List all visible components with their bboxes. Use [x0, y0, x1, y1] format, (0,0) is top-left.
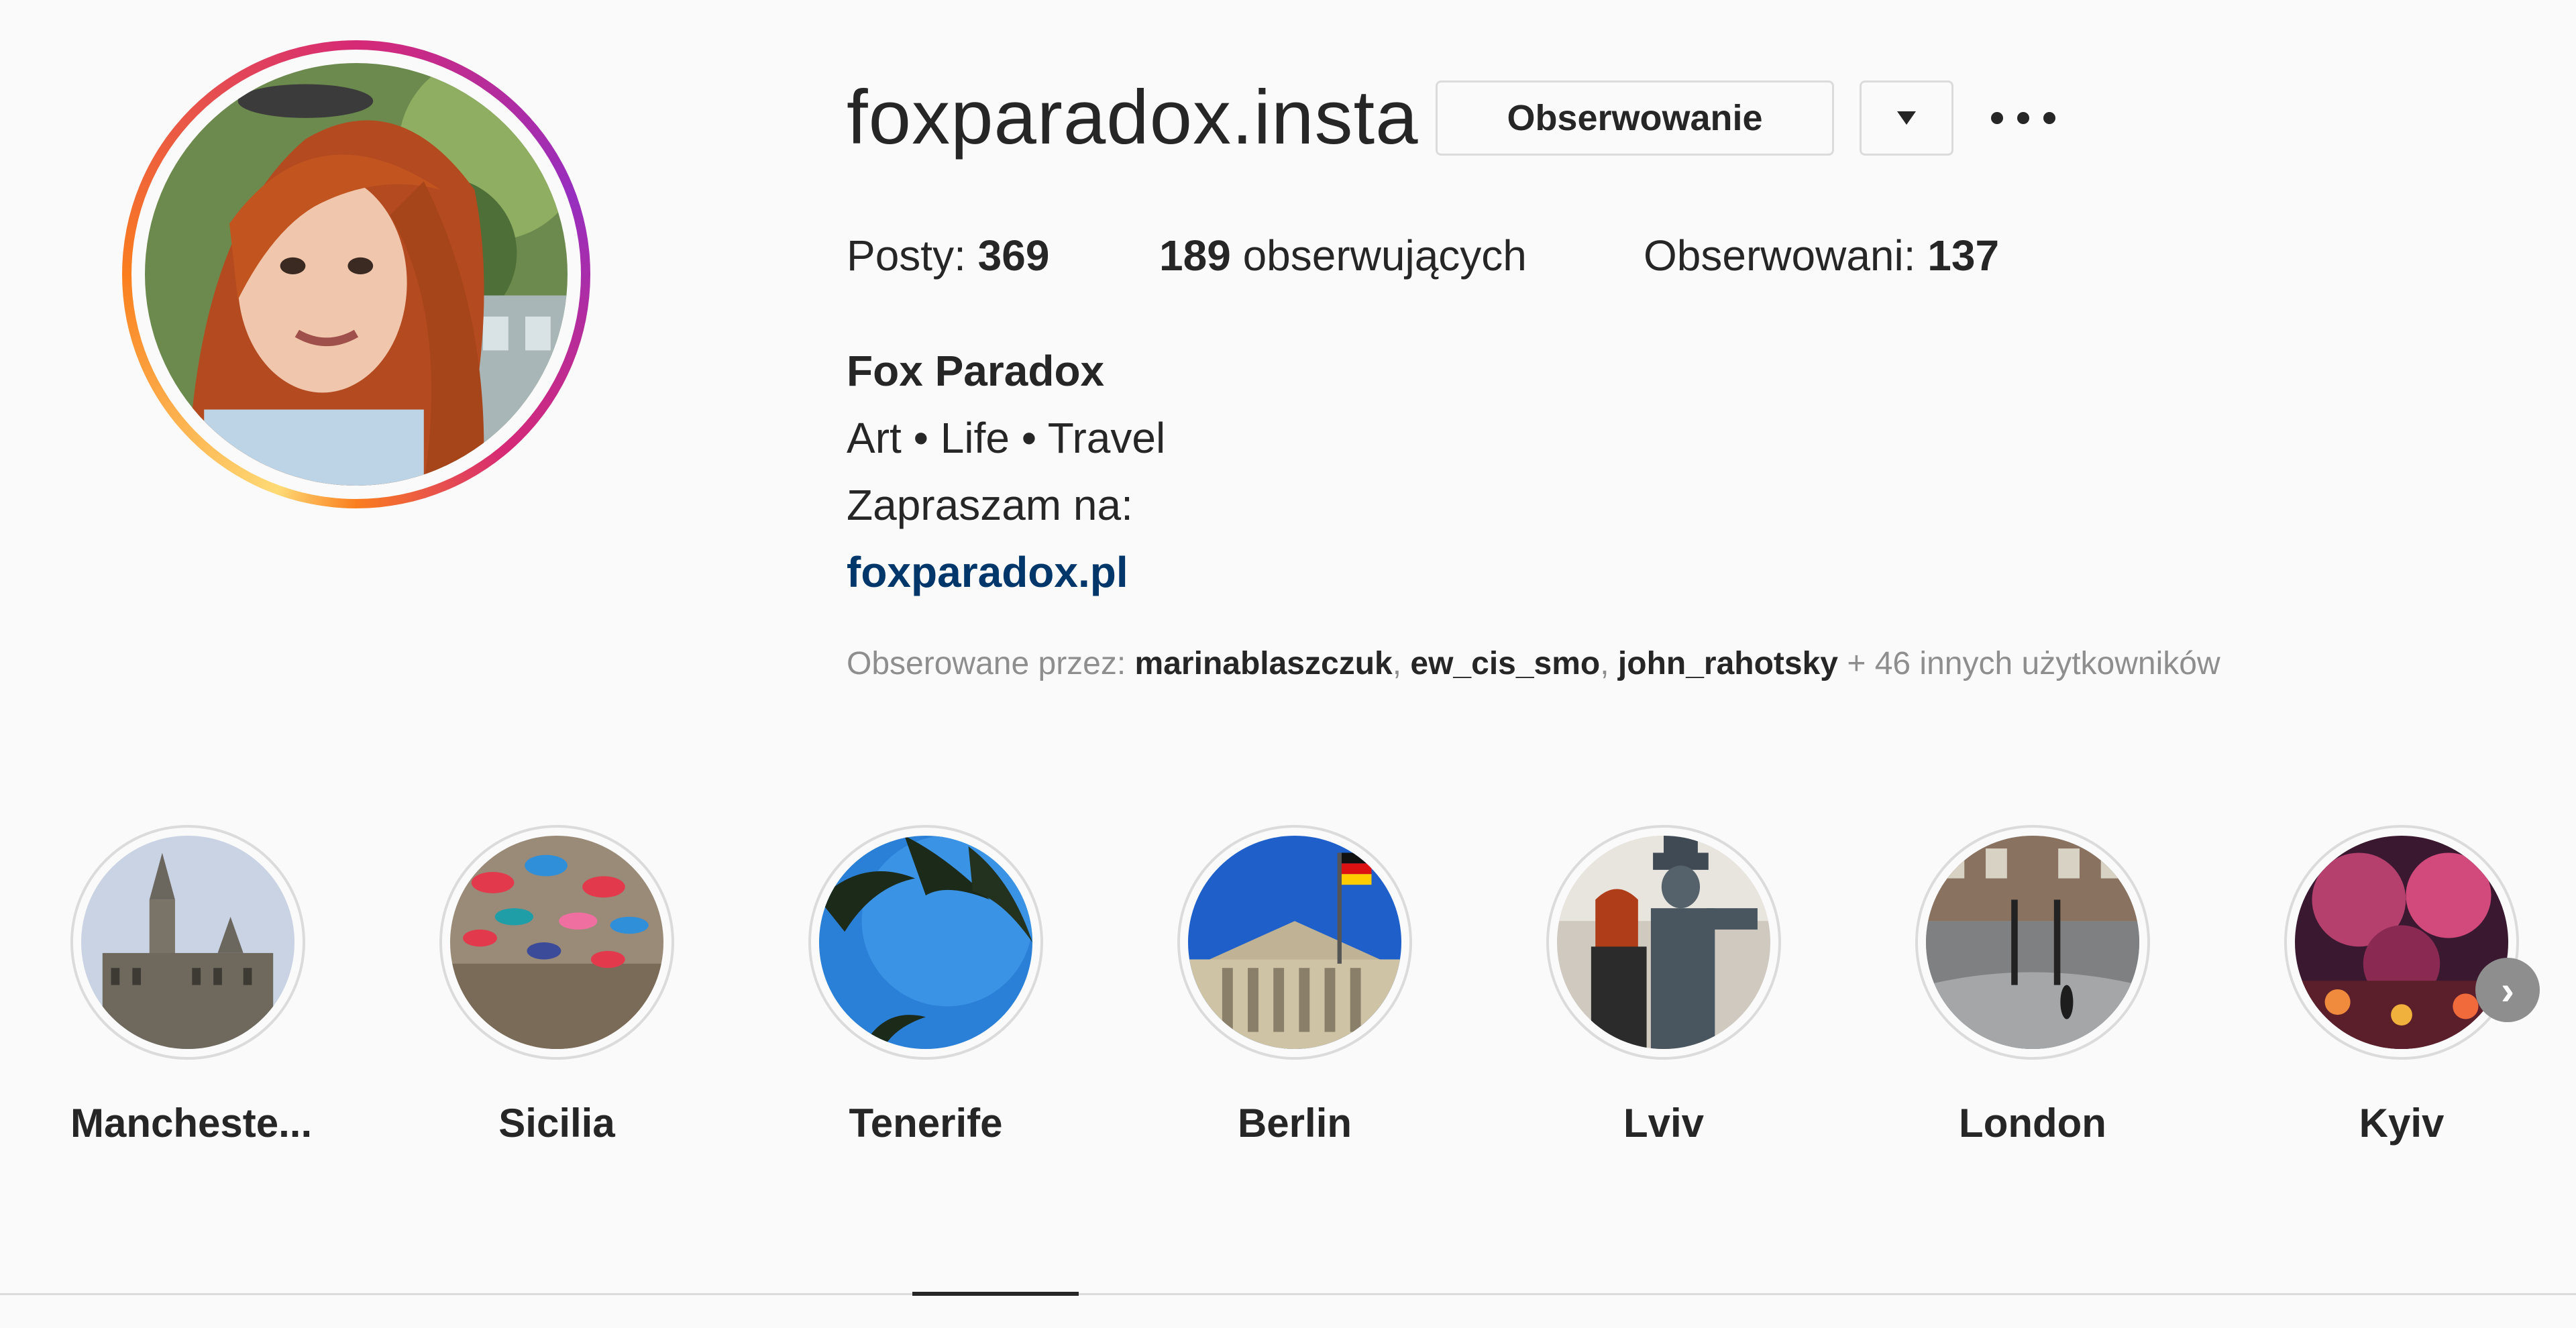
following-button[interactable]: Obserwowanie	[1436, 80, 1834, 156]
more-dot	[2043, 112, 2055, 124]
posts-label: Posty:	[847, 231, 966, 280]
highlight-label: Kyiv	[2359, 1101, 2445, 1146]
following-stat[interactable]: Obserwowani: 137	[1644, 231, 1999, 280]
highlight-cover	[819, 836, 1032, 1049]
highlight-berlin[interactable]: Berlin	[1177, 825, 1412, 1146]
highlight-manchester[interactable]: Mancheste...	[70, 825, 313, 1146]
highlight-label: London	[1959, 1101, 2106, 1146]
username: foxparadox.insta	[847, 75, 1419, 160]
highlight-sicilia[interactable]: Sicilia	[439, 825, 674, 1146]
profile-avatar[interactable]	[122, 40, 590, 508]
more-options-icon[interactable]	[1991, 101, 2055, 135]
suggestions-dropdown-button[interactable]	[1860, 80, 1953, 156]
follower-username[interactable]: marinablaszczuk	[1135, 646, 1393, 681]
followers-label: obserwujących	[1242, 231, 1527, 280]
followers-stat[interactable]: 189 obserwujących	[1159, 231, 1527, 280]
highlight-label: Berlin	[1237, 1101, 1352, 1146]
more-dot	[1991, 112, 2003, 124]
following-count: 137	[1927, 231, 2000, 280]
chevron-right-icon[interactable]: ›	[2475, 958, 2540, 1022]
follower-username[interactable]: ew_cis_smo	[1410, 646, 1600, 681]
more-dot	[2017, 112, 2029, 124]
followed-by-prefix: Obserowane przez:	[847, 646, 1126, 681]
highlight-cover	[2295, 836, 2508, 1049]
profile-page: foxparadox.insta Obserwowanie Posty: 369…	[0, 0, 2576, 1328]
highlight-london[interactable]: London	[1915, 825, 2150, 1146]
following-label: Obserwowani:	[1644, 231, 1916, 280]
highlight-label: Tenerife	[849, 1101, 1003, 1146]
tabs-divider	[0, 1293, 2576, 1295]
tab-active-indicator[interactable]	[912, 1292, 1079, 1296]
highlight-cover	[1188, 836, 1401, 1049]
caret-down-icon	[1897, 111, 1916, 125]
posts-count: 369	[977, 231, 1050, 280]
highlight-cover	[1557, 836, 1770, 1049]
highlight-label: Sicilia	[498, 1101, 615, 1146]
followed-by[interactable]: Obserowane przez: marinablaszczuk, ew_ci…	[847, 645, 2220, 682]
follower-username[interactable]: john_rahotsky	[1618, 646, 1838, 681]
highlight-label: Lviv	[1623, 1101, 1705, 1146]
highlight-cover	[81, 836, 294, 1049]
highlight-lviv[interactable]: Lviv	[1546, 825, 1781, 1146]
posts-stat: Posty: 369	[847, 231, 1049, 280]
bio-line-1: Art • Life • Travel	[847, 414, 1166, 462]
highlight-label: Mancheste...	[70, 1101, 313, 1146]
highlight-tenerife[interactable]: Tenerife	[808, 825, 1043, 1146]
highlight-cover	[450, 836, 663, 1049]
profile-full-name: Fox Paradox	[847, 347, 1105, 395]
bio-website-link[interactable]: foxparadox.pl	[847, 547, 1128, 597]
highlight-cover	[1926, 836, 2139, 1049]
followers-count: 189	[1159, 231, 1231, 280]
followed-by-suffix: + 46 innych użytkowników	[1847, 646, 2220, 681]
bio-line-2: Zapraszam na:	[847, 481, 1133, 529]
profile-photo	[145, 63, 568, 486]
